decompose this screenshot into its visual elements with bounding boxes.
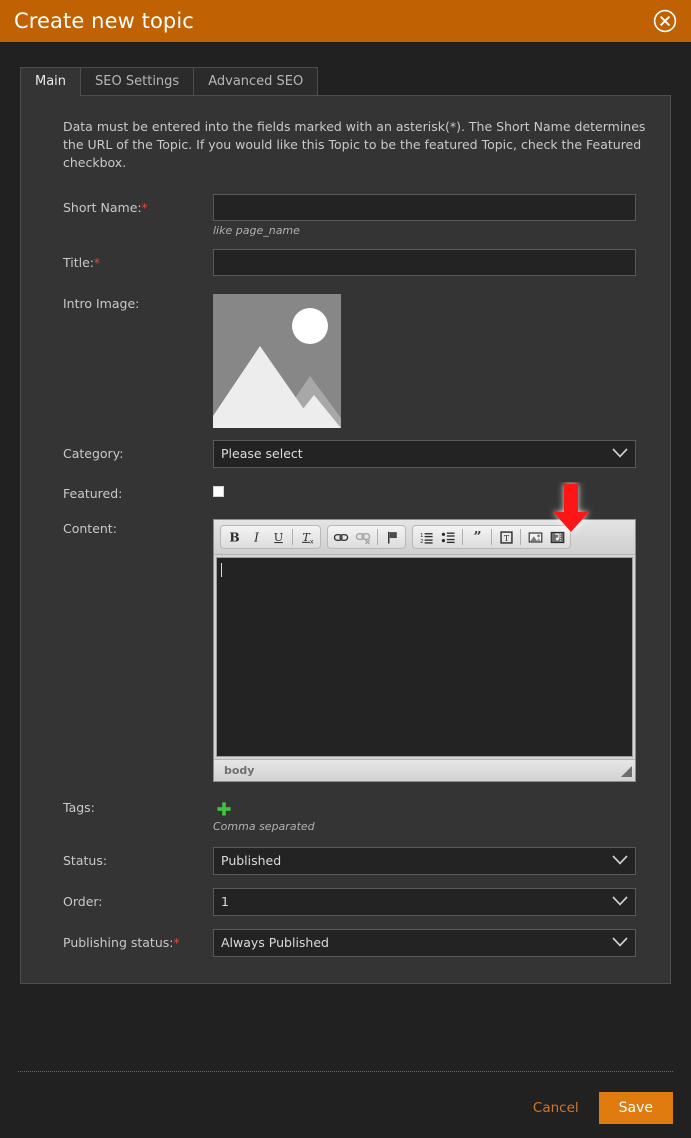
- link-icon[interactable]: [330, 527, 352, 547]
- text-caret: [221, 563, 222, 577]
- underline-icon[interactable]: U: [267, 527, 289, 547]
- tags-label: Tags:: [43, 798, 213, 815]
- field-title: Title:*: [43, 249, 648, 276]
- toolbar-separator: [377, 529, 378, 545]
- rich-text-editor: B I U: [213, 519, 636, 782]
- category-select-value: Please select: [213, 440, 636, 468]
- publishing-status-select-value: Always Published: [213, 929, 636, 957]
- element-path-body[interactable]: body: [224, 764, 254, 777]
- field-category: Category: Please select: [43, 440, 648, 468]
- field-tags: Tags: Comma separated: [43, 798, 648, 833]
- page-title: Create new topic: [14, 11, 194, 32]
- tab-main-label: Main: [35, 74, 66, 89]
- category-label: Category:: [43, 440, 213, 461]
- italic-icon[interactable]: I: [245, 527, 267, 547]
- publishing-status-label-text: Publishing status:: [63, 935, 173, 950]
- toolbar-separator: [462, 529, 463, 545]
- editor-toolbar: B I U: [214, 520, 635, 555]
- short-name-input[interactable]: [213, 194, 636, 221]
- required-asterisk: *: [142, 201, 148, 215]
- remove-format-icon[interactable]: T x: [296, 527, 318, 547]
- tab-seo-settings[interactable]: SEO Settings: [80, 67, 194, 95]
- publishing-status-label: Publishing status:*: [43, 929, 213, 950]
- toolbar-group-basic-styles: B I U: [220, 525, 321, 549]
- featured-checkbox[interactable]: [213, 486, 224, 497]
- content-label: Content:: [43, 519, 213, 536]
- image-placeholder-icon[interactable]: [213, 294, 341, 428]
- save-button[interactable]: Save: [599, 1092, 673, 1124]
- tags-hint: Comma separated: [213, 820, 648, 833]
- status-label: Status:: [43, 847, 213, 868]
- tab-bar: Main SEO Settings Advanced SEO: [0, 67, 691, 95]
- field-intro-image: Intro Image:: [43, 294, 648, 428]
- anchor-flag-icon[interactable]: [381, 527, 403, 547]
- svg-text:B: B: [229, 530, 239, 544]
- short-name-label-text: Short Name:: [63, 200, 142, 215]
- status-select[interactable]: Published: [213, 847, 636, 875]
- toolbar-group-paragraph-insert: 1 2: [412, 525, 571, 549]
- svg-text:T: T: [503, 533, 509, 542]
- toolbar-separator: [292, 529, 293, 545]
- unlink-icon[interactable]: [352, 527, 374, 547]
- field-content: Content: B I U: [43, 519, 648, 782]
- category-select[interactable]: Please select: [213, 440, 636, 468]
- svg-text:x: x: [309, 537, 313, 545]
- svg-text:U: U: [273, 530, 282, 543]
- order-select[interactable]: 1: [213, 888, 636, 916]
- plus-icon[interactable]: [216, 801, 232, 817]
- required-asterisk: *: [173, 936, 179, 950]
- bold-icon[interactable]: B: [223, 527, 245, 547]
- close-icon[interactable]: [652, 8, 678, 34]
- cancel-button[interactable]: Cancel: [527, 1096, 585, 1120]
- numbered-list-icon[interactable]: 1 2: [415, 527, 437, 547]
- short-name-hint: like page_name: [213, 224, 648, 237]
- tab-advanced-seo-label: Advanced SEO: [208, 74, 303, 89]
- tab-seo-settings-label: SEO Settings: [95, 74, 179, 89]
- title-label: Title:*: [43, 249, 213, 270]
- form-panel: Data must be entered into the fields mar…: [20, 95, 671, 984]
- short-name-label: Short Name:*: [43, 194, 213, 215]
- footer-actions: Cancel Save: [527, 1092, 673, 1124]
- editor-status-bar: body: [214, 759, 635, 781]
- field-publishing-status: Publishing status:* Always Published: [43, 929, 648, 957]
- footer-divider: [18, 1071, 673, 1072]
- featured-label: Featured:: [43, 480, 213, 501]
- order-label: Order:: [43, 888, 213, 909]
- svg-text:”: ”: [473, 530, 481, 545]
- intro-image-label: Intro Image:: [43, 294, 213, 311]
- field-short-name: Short Name:* like page_name: [43, 194, 648, 237]
- resize-grip-icon[interactable]: [619, 764, 633, 778]
- field-order: Order: 1: [43, 888, 648, 916]
- blockquote-icon[interactable]: ”: [466, 527, 488, 547]
- dialog-footer: Cancel Save: [0, 1050, 691, 1138]
- field-featured: Featured:: [43, 480, 648, 501]
- toolbar-separator: [520, 529, 521, 545]
- publishing-status-select[interactable]: Always Published: [213, 929, 636, 957]
- required-asterisk: *: [94, 256, 100, 270]
- svg-text:I: I: [253, 530, 259, 544]
- insert-image-icon[interactable]: [524, 527, 546, 547]
- tab-main[interactable]: Main: [20, 67, 81, 95]
- svg-text:2: 2: [420, 539, 423, 545]
- field-status: Status: Published: [43, 847, 648, 875]
- content-editable-area[interactable]: [216, 557, 633, 757]
- text-template-icon[interactable]: T: [495, 527, 517, 547]
- insert-media-icon[interactable]: [546, 527, 568, 547]
- toolbar-separator: [491, 529, 492, 545]
- toolbar-group-links: [327, 525, 406, 549]
- status-select-value: Published: [213, 847, 636, 875]
- svg-text:1: 1: [420, 532, 423, 538]
- bulleted-list-icon[interactable]: [437, 527, 459, 547]
- title-input[interactable]: [213, 249, 636, 276]
- tab-advanced-seo[interactable]: Advanced SEO: [193, 67, 318, 95]
- form-instructions: Data must be entered into the fields mar…: [63, 118, 648, 172]
- dialog-header: Create new topic: [0, 0, 691, 42]
- title-label-text: Title:: [63, 255, 94, 270]
- order-select-value: 1: [213, 888, 636, 916]
